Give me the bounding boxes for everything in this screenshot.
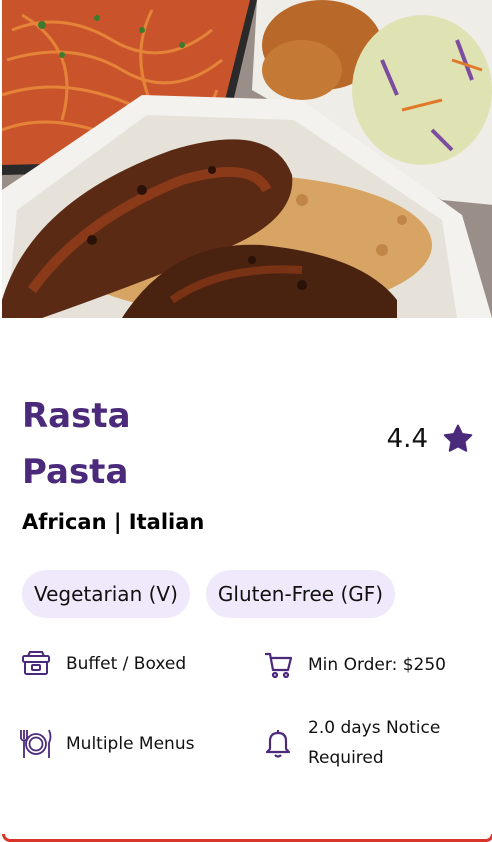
notice-line-2: Required <box>308 748 384 768</box>
feature-service-label: Buffet / Boxed <box>66 654 187 674</box>
meal-title-line-2: Pasta <box>22 452 129 492</box>
rating-value: 4.4 <box>386 424 428 454</box>
feature-menus-label: Multiple Menus <box>66 734 195 754</box>
tag-vegetarian: Vegetarian (V) <box>22 570 190 618</box>
star-icon <box>442 424 474 454</box>
meal-card[interactable]: Rasta Pasta 4.4 African | Italian Vegeta… <box>0 0 492 842</box>
feature-min-order: Min Order: $250 <box>260 650 446 680</box>
bell-icon <box>260 727 296 759</box>
cart-icon <box>260 650 296 680</box>
meal-title: Rasta Pasta <box>22 388 242 500</box>
notice-line-1: 2.0 days Notice <box>308 718 441 738</box>
tag-gluten-free: Gluten-Free (GF) <box>205 570 396 618</box>
meal-title-line-1: Rasta <box>22 396 131 436</box>
feature-service: Buffet / Boxed <box>18 650 186 678</box>
feature-min-order-label: Min Order: $250 <box>308 655 446 675</box>
feature-notice-text: 2.0 days Notice Required <box>308 713 440 773</box>
cuisine-label: African | Italian <box>22 510 205 534</box>
feature-notice: 2.0 days Notice Required <box>260 713 440 773</box>
rating: 4.4 <box>387 424 474 454</box>
food-box-icon <box>18 650 54 678</box>
plate-cutlery-icon <box>18 727 54 761</box>
food-photo <box>2 0 492 318</box>
feature-menus: Multiple Menus <box>18 727 194 761</box>
diet-tags: Vegetarian (V) Gluten-Free (GF) <box>22 570 396 618</box>
card-bottom-border <box>2 834 492 842</box>
